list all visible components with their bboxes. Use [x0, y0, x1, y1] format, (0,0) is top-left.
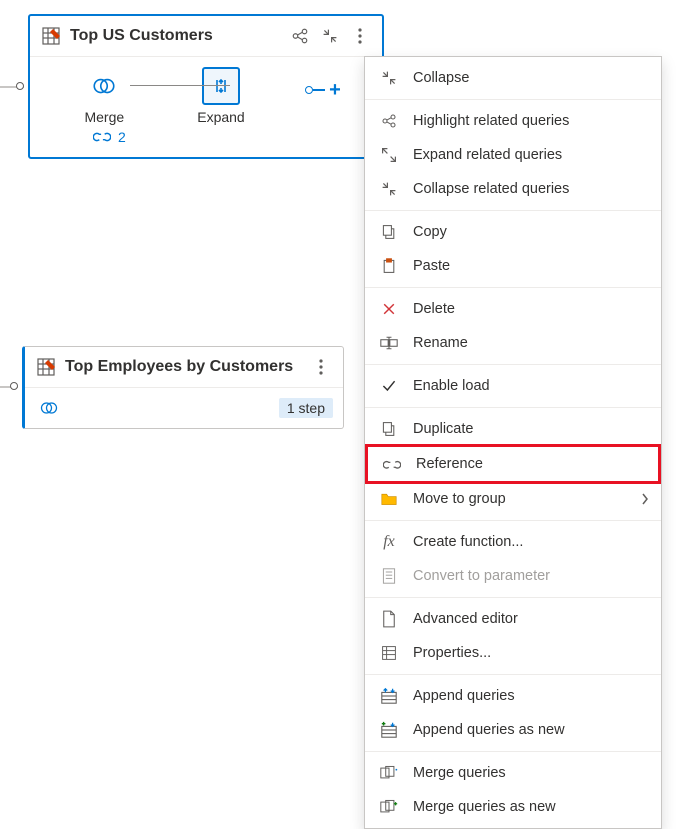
- merge-step-icon[interactable]: [39, 398, 59, 418]
- add-port[interactable]: +: [305, 80, 345, 100]
- menu-collapse[interactable]: Collapse: [365, 61, 661, 95]
- menu-append-queries[interactable]: Append queries: [365, 679, 661, 713]
- merge-new-icon: [379, 797, 399, 817]
- delete-icon: [379, 299, 399, 319]
- node-header-icons: [290, 26, 370, 46]
- menu-enable-load[interactable]: Enable load: [365, 369, 661, 403]
- menu-paste[interactable]: Paste: [365, 249, 661, 283]
- menu-sep: [365, 597, 661, 598]
- menu-sep: [365, 674, 661, 675]
- merge-icon: [379, 763, 399, 783]
- folder-icon: [379, 489, 399, 509]
- menu-create-function[interactable]: fx Create function...: [365, 525, 661, 559]
- step-label: Merge: [84, 109, 124, 125]
- step-merge[interactable]: Merge: [69, 67, 139, 125]
- menu-duplicate[interactable]: Duplicate: [365, 412, 661, 446]
- duplicate-icon: [379, 419, 399, 439]
- more-icon[interactable]: [311, 357, 331, 377]
- menu-sep: [365, 364, 661, 365]
- related-icon[interactable]: [290, 26, 310, 46]
- steps-row: 1 step: [25, 388, 343, 428]
- menu-rename[interactable]: Rename: [365, 326, 661, 360]
- menu-sep: [365, 210, 661, 211]
- table-query-icon: [42, 26, 62, 46]
- menu-expand-related[interactable]: Expand related queries: [365, 138, 661, 172]
- step-expand[interactable]: Expand: [186, 67, 256, 125]
- paste-icon: [379, 256, 399, 276]
- node-title: Top US Customers: [70, 27, 290, 45]
- menu-sep: [365, 520, 661, 521]
- collapse-icon: [379, 179, 399, 199]
- collapse-icon[interactable]: [320, 26, 340, 46]
- properties-icon: [379, 643, 399, 663]
- step-label: Expand: [197, 109, 244, 125]
- function-icon: fx: [379, 532, 399, 552]
- menu-append-queries-new[interactable]: Append queries as new: [365, 713, 661, 747]
- link-icon: [92, 127, 112, 147]
- reference-icon: [382, 454, 402, 474]
- chevron-right-icon: [641, 493, 649, 505]
- rename-icon: [379, 333, 399, 353]
- menu-merge-queries[interactable]: Merge queries: [365, 756, 661, 790]
- editor-icon: [379, 609, 399, 629]
- steps-count-badge: 1 step: [279, 398, 333, 418]
- menu-sep: [365, 407, 661, 408]
- related-icon: [379, 111, 399, 131]
- link-count: 2: [118, 129, 126, 145]
- check-icon: [379, 376, 399, 396]
- node-title: Top Employees by Customers: [65, 358, 311, 376]
- copy-icon: [379, 222, 399, 242]
- menu-delete[interactable]: Delete: [365, 292, 661, 326]
- connector-dot: [10, 382, 18, 390]
- connector-dot: [16, 82, 24, 90]
- parameter-icon: [379, 566, 399, 586]
- more-icon[interactable]: [350, 26, 370, 46]
- collapse-icon: [379, 68, 399, 88]
- node-header: Top US Customers: [30, 16, 382, 57]
- menu-move-to-group[interactable]: Move to group: [365, 482, 661, 516]
- query-canvas: Top US Customers: [0, 0, 678, 829]
- expand-icon: [379, 145, 399, 165]
- table-query-icon: [37, 357, 57, 377]
- node-top-employees[interactable]: Top Employees by Customers 1 step: [22, 346, 344, 429]
- menu-properties[interactable]: Properties...: [365, 636, 661, 670]
- step-connector: [130, 85, 230, 86]
- context-menu: Collapse Highlight related queries Expan…: [364, 56, 662, 829]
- node-header: Top Employees by Customers: [25, 347, 343, 388]
- menu-sep: [365, 287, 661, 288]
- menu-collapse-related[interactable]: Collapse related queries: [365, 172, 661, 206]
- menu-highlight-related[interactable]: Highlight related queries: [365, 104, 661, 138]
- menu-convert-parameter: Convert to parameter: [365, 559, 661, 593]
- menu-reference[interactable]: Reference: [368, 447, 658, 481]
- append-new-icon: [379, 720, 399, 740]
- menu-copy[interactable]: Copy: [365, 215, 661, 249]
- append-icon: [379, 686, 399, 706]
- menu-sep: [365, 751, 661, 752]
- menu-merge-queries-new[interactable]: Merge queries as new: [365, 790, 661, 824]
- menu-advanced-editor[interactable]: Advanced editor: [365, 602, 661, 636]
- menu-sep: [365, 99, 661, 100]
- highlight-box: Reference: [365, 444, 661, 484]
- link-row[interactable]: 2: [30, 127, 382, 157]
